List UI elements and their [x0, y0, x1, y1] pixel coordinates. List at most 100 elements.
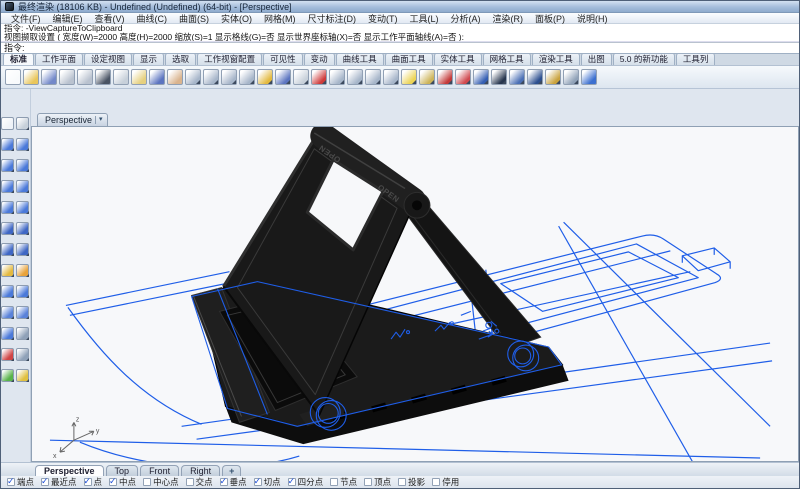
osnap-perpendicular[interactable]: 垂点	[220, 476, 247, 488]
lock-icon[interactable]	[419, 69, 435, 85]
pan-icon[interactable]	[167, 69, 183, 85]
osnap-checkbox[interactable]	[432, 478, 440, 486]
move-icon[interactable]	[185, 69, 201, 85]
box-icon[interactable]	[1, 243, 14, 256]
tab-viewport-layout[interactable]: 工作视窗配置	[197, 54, 262, 65]
zoom-window-icon[interactable]	[221, 69, 237, 85]
layer-icon[interactable]	[437, 69, 453, 85]
control-points-icon[interactable]	[1, 138, 14, 151]
tab-mesh-tools[interactable]: 网格工具	[483, 54, 531, 65]
set-cplane-icon[interactable]	[347, 69, 363, 85]
osnap-checkbox[interactable]	[186, 478, 194, 486]
rendered-viewport-icon[interactable]	[491, 69, 507, 85]
command-input[interactable]: 指令:	[1, 42, 799, 54]
menu-view[interactable]: 查看(V)	[89, 12, 131, 25]
viewport-tab-front[interactable]: Front	[140, 465, 179, 476]
viewport-tab-top[interactable]: Top	[106, 465, 139, 476]
fillet-icon[interactable]	[1, 264, 14, 277]
menu-panels[interactable]: 面板(P)	[529, 12, 571, 25]
tab-select[interactable]: 选取	[165, 54, 196, 65]
tab-cplane[interactable]: 工作平面	[35, 54, 83, 65]
options-icon[interactable]	[563, 69, 579, 85]
grid-snap-icon[interactable]	[16, 348, 29, 361]
osnap-near[interactable]: 最近点	[41, 476, 77, 488]
circle-icon[interactable]	[1, 159, 14, 172]
menu-help[interactable]: 说明(H)	[571, 12, 614, 25]
selection-filter-icon[interactable]	[16, 117, 29, 130]
osnap-project[interactable]: 投影	[398, 476, 425, 488]
named-views-icon[interactable]	[293, 69, 309, 85]
viewport-tab-perspective[interactable]: Perspective	[35, 465, 104, 476]
osnap-quadrant[interactable]: 四分点	[288, 476, 324, 488]
revolve-icon[interactable]	[16, 222, 29, 235]
ellipse-icon[interactable]	[16, 159, 29, 172]
tab-new-in-v5[interactable]: 5.0 的新功能	[613, 54, 675, 65]
osnap-checkbox[interactable]	[330, 478, 338, 486]
rectangle-icon[interactable]	[16, 180, 29, 193]
viewport-title-tab[interactable]: Perspective ▾	[37, 113, 108, 126]
open-file-icon[interactable]	[23, 69, 39, 85]
print-icon[interactable]	[59, 69, 75, 85]
menu-file[interactable]: 文件(F)	[5, 12, 47, 25]
new-viewport-tab-button[interactable]: +	[222, 465, 241, 476]
polyline-icon[interactable]	[1, 180, 14, 193]
array-icon[interactable]	[16, 327, 29, 340]
fly-mode-icon[interactable]	[311, 69, 327, 85]
tab-solid-tools[interactable]: 实体工具	[434, 54, 482, 65]
menu-solid[interactable]: 实体(O)	[215, 12, 258, 25]
menu-transform[interactable]: 变动(T)	[362, 12, 404, 25]
viewport-canvas[interactable]: OPEN OPEN	[31, 126, 799, 462]
save-icon[interactable]	[41, 69, 57, 85]
analyze-surface-icon[interactable]	[16, 369, 29, 382]
shaded-viewport-icon[interactable]	[473, 69, 489, 85]
zoom-selected-icon[interactable]	[257, 69, 273, 85]
boolean-difference-icon[interactable]	[16, 285, 29, 298]
osnap-checkbox[interactable]	[254, 478, 262, 486]
tab-toolbars[interactable]: 工具列	[676, 54, 716, 65]
chevron-down-icon[interactable]: ▾	[95, 116, 103, 124]
point-icon[interactable]	[16, 138, 29, 151]
arc-icon[interactable]	[1, 201, 14, 214]
menu-dimension[interactable]: 尺寸标注(D)	[302, 12, 363, 25]
tab-surface-tools[interactable]: 曲面工具	[385, 54, 433, 65]
menu-tools[interactable]: 工具(L)	[404, 12, 445, 25]
select-icon[interactable]	[1, 117, 14, 130]
osnap-checkbox[interactable]	[41, 478, 49, 486]
paste-icon[interactable]	[131, 69, 147, 85]
osnap-knot[interactable]: 节点	[330, 476, 357, 488]
osnap-intersection[interactable]: 交点	[186, 476, 213, 488]
join-icon[interactable]	[1, 327, 14, 340]
render-settings-icon[interactable]	[545, 69, 561, 85]
explode-icon[interactable]	[16, 264, 29, 277]
undo-view-change-icon[interactable]	[329, 69, 345, 85]
osnap-checkbox[interactable]	[220, 478, 228, 486]
menu-edit[interactable]: 编辑(E)	[47, 12, 89, 25]
tab-standard[interactable]: 标准	[3, 54, 34, 65]
zoom-extents-icon[interactable]	[239, 69, 255, 85]
undo-icon[interactable]	[149, 69, 165, 85]
tab-render-tools[interactable]: 渲染工具	[532, 54, 580, 65]
osnap-checkbox[interactable]	[364, 478, 372, 486]
osnap-checkbox[interactable]	[109, 478, 117, 486]
menu-curve[interactable]: 曲线(C)	[131, 12, 174, 25]
osnap-mid[interactable]: 中点	[109, 476, 136, 488]
gumball-icon[interactable]	[1, 348, 14, 361]
osnap-disable[interactable]: 停用	[432, 476, 459, 488]
menu-mesh[interactable]: 网格(M)	[258, 12, 302, 25]
osnap-checkbox[interactable]	[398, 478, 406, 486]
ghosted-viewport-icon[interactable]	[509, 69, 525, 85]
lamp-icon[interactable]	[401, 69, 417, 85]
osnap-point[interactable]: 点	[84, 476, 103, 488]
render-icon[interactable]	[527, 69, 543, 85]
split-icon[interactable]	[16, 306, 29, 319]
rotate-view-icon[interactable]	[275, 69, 291, 85]
osnap-end[interactable]: 端点	[7, 476, 34, 488]
freeform-curve-icon[interactable]	[16, 201, 29, 214]
delete-icon[interactable]	[95, 69, 111, 85]
menu-render[interactable]: 渲染(R)	[487, 12, 530, 25]
check-objects-icon[interactable]	[1, 369, 14, 382]
new-file-icon[interactable]	[5, 69, 21, 85]
osnap-center[interactable]: 中心点	[143, 476, 179, 488]
trim-icon[interactable]	[1, 306, 14, 319]
tab-display[interactable]: 显示	[133, 54, 164, 65]
